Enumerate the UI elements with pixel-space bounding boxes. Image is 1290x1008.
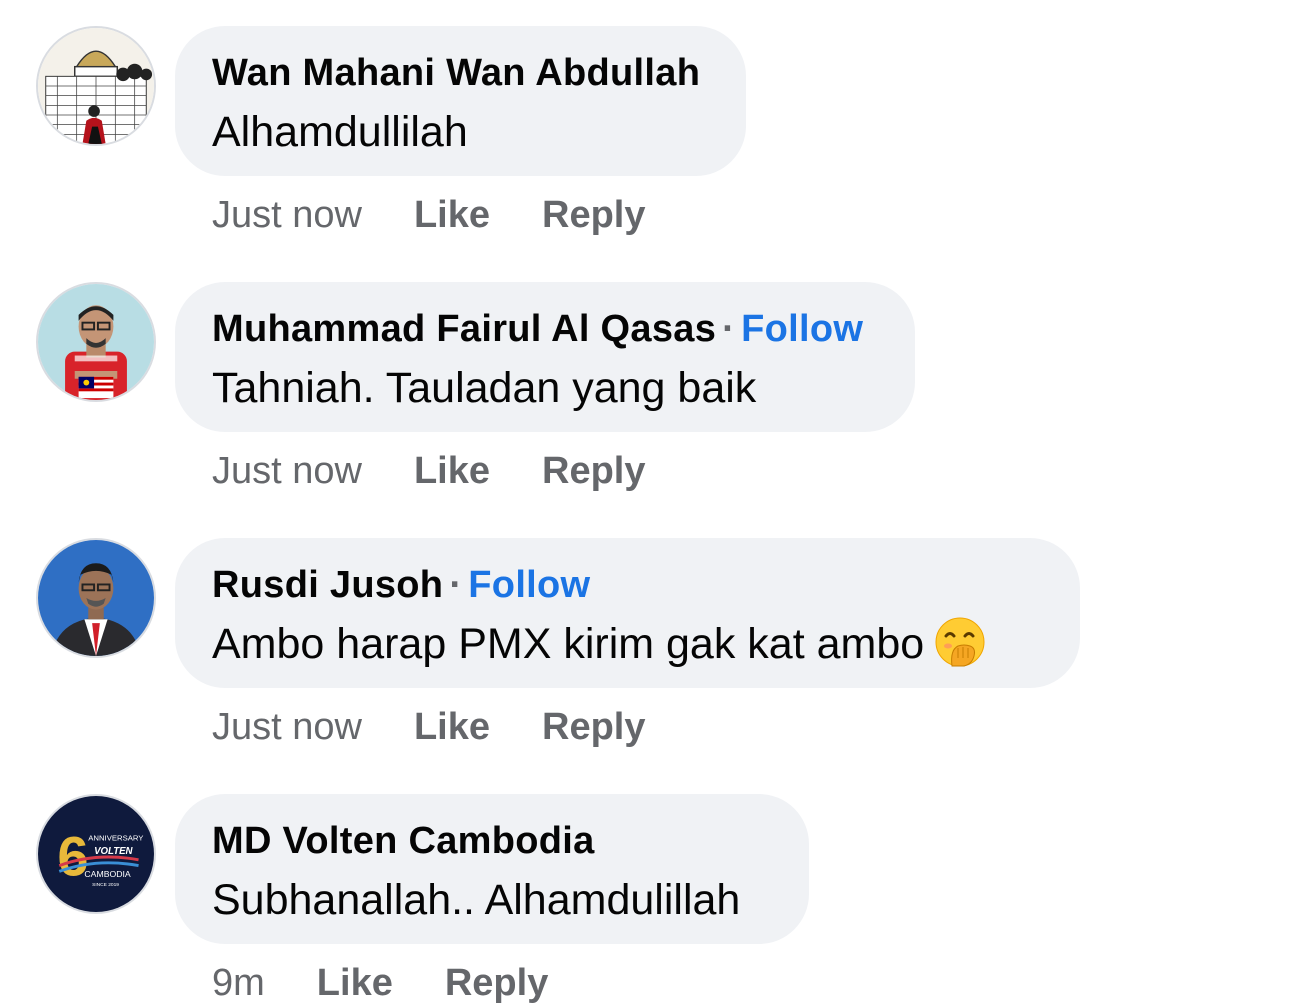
timestamp[interactable]: Just now bbox=[212, 190, 362, 240]
reply-button[interactable]: Reply bbox=[542, 702, 645, 752]
man-red-shirt-avatar bbox=[38, 284, 154, 400]
comment-text: Ambo harap PMX kirim gak kat ambo bbox=[212, 620, 925, 668]
follow-button[interactable]: Follow bbox=[741, 308, 863, 350]
like-button[interactable]: Like bbox=[317, 958, 393, 1008]
avatar[interactable] bbox=[36, 538, 156, 658]
author-name[interactable]: Muhammad Fairul Al Qasas bbox=[212, 308, 716, 350]
comment-actions: Just now Like Reply bbox=[212, 446, 646, 496]
like-button[interactable]: Like bbox=[414, 446, 490, 496]
author-name[interactable]: MD Volten Cambodia bbox=[212, 820, 595, 862]
man-suit-blue-background-avatar bbox=[38, 540, 154, 656]
avatar[interactable] bbox=[36, 282, 156, 402]
separator-dot: · bbox=[722, 308, 736, 350]
comment-bubble: Rusdi Jusoh · Follow Ambo harap PMX kirim … bbox=[175, 538, 1080, 688]
author-name[interactable]: Rusdi Jusoh bbox=[212, 564, 443, 606]
logo-country: CAMBODIA bbox=[84, 869, 131, 879]
timestamp[interactable]: 9m bbox=[212, 958, 265, 1008]
timestamp[interactable]: Just now bbox=[212, 446, 362, 496]
reply-button[interactable]: Reply bbox=[542, 446, 645, 496]
comment-bubble: MD Volten Cambodia Subhanallah.. Alhamdu… bbox=[175, 794, 809, 944]
comment-text: Subhanallah.. Alhamdulillah bbox=[212, 876, 741, 924]
comment-actions: Just now Like Reply bbox=[212, 190, 646, 240]
logo-anniversary: ANNIVERSARY bbox=[88, 833, 143, 842]
face-with-hand-over-mouth-icon bbox=[935, 617, 985, 667]
volten-anniversary-logo-avatar: 6 ANNIVERSARY VOLTEN CAMBODIA SINCE 2019 bbox=[38, 796, 154, 912]
like-button[interactable]: Like bbox=[414, 702, 490, 752]
mosque-illustration-avatar bbox=[38, 28, 154, 144]
comment-actions: Just now Like Reply bbox=[212, 702, 646, 752]
like-button[interactable]: Like bbox=[414, 190, 490, 240]
follow-button[interactable]: Follow bbox=[468, 564, 590, 606]
reply-button[interactable]: Reply bbox=[542, 190, 645, 240]
avatar[interactable]: 6 ANNIVERSARY VOLTEN CAMBODIA SINCE 2019 bbox=[36, 794, 156, 914]
comment-bubble: Wan Mahani Wan Abdullah Alhamdullilah bbox=[175, 26, 746, 176]
comment-text: Alhamdullilah bbox=[212, 108, 468, 156]
comment-text: Tahniah. Tauladan yang baik bbox=[212, 364, 757, 412]
author-name[interactable]: Wan Mahani Wan Abdullah bbox=[212, 52, 700, 94]
logo-brand: VOLTEN bbox=[94, 846, 133, 857]
logo-since: SINCE 2019 bbox=[92, 882, 119, 888]
timestamp[interactable]: Just now bbox=[212, 702, 362, 752]
comment-bubble: Muhammad Fairul Al Qasas · Follow Tahniah.… bbox=[175, 282, 915, 432]
comment-actions: 9m Like Reply bbox=[212, 958, 548, 1008]
separator-dot: · bbox=[449, 564, 463, 606]
avatar[interactable] bbox=[36, 26, 156, 146]
reply-button[interactable]: Reply bbox=[445, 958, 548, 1008]
